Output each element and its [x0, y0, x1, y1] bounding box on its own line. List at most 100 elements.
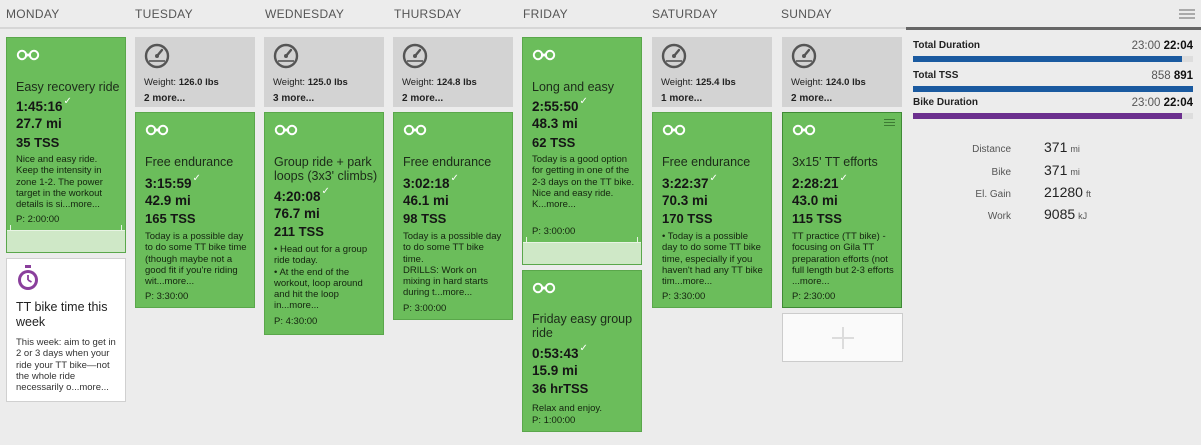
header-divider	[0, 27, 906, 29]
weight-metric: Weight: 126.0 lbs	[144, 77, 219, 88]
plus-icon	[831, 326, 854, 349]
stat-label: Work	[987, 211, 1011, 222]
more-metrics-link[interactable]: 2 more...	[402, 93, 443, 104]
progress-bar	[913, 86, 1193, 92]
weight-metric: Weight: 124.8 lbs	[402, 77, 477, 88]
weight-metric: Weight: 125.0 lbs	[273, 77, 348, 88]
workout-card-monday[interactable]: Easy recovery ride 1:45:16✓ 27.7 mi 35 T…	[6, 37, 126, 253]
stat-work: Work 9085 kJ	[913, 206, 1143, 224]
stat-label: Distance	[972, 144, 1011, 155]
stat-distance: Distance 371 mi	[913, 139, 1143, 157]
workout-tss: 36 hrTSS	[532, 381, 589, 396]
weight-metric: Weight: 124.0 lbs	[791, 77, 866, 88]
more-metrics-link[interactable]: 1 more...	[661, 93, 702, 104]
day-header-wednesday: WEDNESDAY	[265, 7, 345, 21]
add-workout-button[interactable]	[782, 313, 903, 362]
bike-icon	[145, 124, 169, 136]
workout-planned-duration: P: 3:00:00	[532, 226, 576, 237]
workout-description: Relax and enjoy.	[532, 403, 603, 414]
day-header-saturday: SATURDAY	[652, 7, 718, 21]
workout-distance: 42.9 mi	[145, 193, 191, 208]
stat-value: 9085 kJ	[1044, 206, 1088, 222]
day-header-sunday: SUNDAY	[781, 7, 832, 21]
summary-value: 23:00 22:04	[1131, 40, 1193, 52]
workout-description: TT practice (TT bike) - focusing on Gila…	[792, 231, 894, 288]
workout-title: Group ride + park loops (3x3' climbs)	[274, 155, 378, 183]
card-menu-icon[interactable]	[884, 119, 895, 128]
more-metrics-link[interactable]: 2 more...	[144, 93, 185, 104]
event-card-monday[interactable]: TT bike time this week This week: aim to…	[6, 258, 126, 402]
checkmark-icon: ✓	[63, 96, 72, 107]
workout-tss: 62 TSS	[532, 135, 576, 150]
workout-distance: 70.3 mi	[662, 193, 708, 208]
workout-distance: 48.3 mi	[532, 116, 578, 131]
workout-card-friday-2[interactable]: Friday easy group ride 0:53:43✓ 15.9 mi …	[522, 270, 642, 432]
progress-bar	[913, 113, 1193, 119]
workout-duration: 4:20:08✓	[274, 186, 330, 204]
workout-duration: 2:28:21✓	[792, 173, 848, 191]
scale-icon	[402, 43, 428, 69]
metrics-card-saturday[interactable]: Weight: 125.4 lbs 1 more...	[652, 37, 772, 107]
summary-label: Bike Duration	[913, 97, 979, 108]
checkmark-icon: ✓	[450, 173, 459, 184]
stat-label: Bike	[991, 167, 1011, 178]
workout-card-tuesday[interactable]: Free endurance 3:15:59✓ 42.9 mi 165 TSS …	[135, 112, 255, 308]
hamburger-menu-icon[interactable]	[1179, 9, 1195, 19]
workout-description: Today is a possible day to do some TT bi…	[403, 231, 502, 299]
bike-icon	[532, 282, 556, 294]
metrics-card-wednesday[interactable]: Weight: 125.0 lbs 3 more...	[264, 37, 384, 107]
workout-distance: 46.1 mi	[403, 193, 449, 208]
workout-title: Friday easy group ride	[532, 312, 633, 340]
scale-icon	[273, 43, 299, 69]
weight-metric: Weight: 125.4 lbs	[661, 77, 736, 88]
checkmark-icon: ✓	[579, 343, 588, 354]
stat-value: 21280 ft	[1044, 184, 1091, 200]
day-header-tuesday: TUESDAY	[135, 7, 193, 21]
compliance-bar	[7, 225, 125, 252]
workout-description: Today is a possible day to do some TT bi…	[145, 231, 247, 288]
workout-planned-duration: P: 4:30:00	[274, 316, 318, 327]
workout-title: Free endurance	[403, 155, 492, 169]
bike-icon	[532, 49, 556, 61]
bike-icon	[16, 49, 40, 61]
metrics-card-thursday[interactable]: Weight: 124.8 lbs 2 more...	[393, 37, 513, 107]
event-description: This week: aim to get in 2 or 3 days whe…	[16, 337, 116, 394]
workout-duration: 3:15:59✓	[145, 173, 201, 191]
day-header-thursday: THURSDAY	[394, 7, 462, 21]
more-metrics-link[interactable]: 2 more...	[791, 93, 832, 104]
workout-duration: 3:02:18✓	[403, 173, 459, 191]
stat-bike: Bike 371 mi	[913, 162, 1143, 180]
workout-card-sunday[interactable]: 3x15' TT efforts 2:28:21✓ 43.0 mi 115 TS…	[782, 112, 902, 308]
workout-tss: 170 TSS	[662, 211, 713, 226]
checkmark-icon: ✓	[321, 186, 330, 197]
workout-title: Free endurance	[145, 155, 234, 169]
checkmark-icon: ✓	[839, 173, 848, 184]
summary-bike-duration: Bike Duration 23:00 22:04	[913, 97, 1193, 121]
workout-duration: 2:55:50✓	[532, 96, 588, 114]
stat-value: 371 mi	[1044, 162, 1080, 178]
workout-card-friday-1[interactable]: Long and easy 2:55:50✓ 48.3 mi 62 TSS To…	[522, 37, 642, 265]
summary-value: 858 891	[1151, 70, 1193, 82]
day-header-monday: MONDAY	[6, 7, 60, 21]
checkmark-icon: ✓	[579, 96, 588, 107]
workout-tss: 165 TSS	[145, 211, 196, 226]
workout-title: Long and easy	[532, 80, 615, 94]
workout-tss: 115 TSS	[792, 211, 842, 226]
stat-elevation-gain: El. Gain 21280 ft	[913, 184, 1143, 202]
bike-icon	[662, 124, 686, 136]
more-metrics-link[interactable]: 3 more...	[273, 93, 314, 104]
metrics-card-tuesday[interactable]: Weight: 126.0 lbs 2 more...	[135, 37, 255, 107]
workout-title: Easy recovery ride	[16, 80, 120, 94]
metrics-card-sunday[interactable]: Weight: 124.0 lbs 2 more...	[782, 37, 902, 107]
summary-total-duration: Total Duration 23:00 22:04	[913, 40, 1193, 64]
workout-tss: 211 TSS	[274, 224, 324, 239]
workout-tss: 35 TSS	[16, 135, 60, 150]
workout-card-thursday[interactable]: Free endurance 3:02:18✓ 46.1 mi 98 TSS T…	[393, 112, 513, 320]
workout-tss: 98 TSS	[403, 211, 447, 226]
workout-distance: 15.9 mi	[532, 363, 578, 378]
workout-card-wednesday[interactable]: Group ride + park loops (3x3' climbs) 4:…	[264, 112, 384, 335]
scale-icon	[144, 43, 170, 69]
workout-card-saturday[interactable]: Free endurance 3:22:37✓ 70.3 mi 170 TSS …	[652, 112, 772, 308]
workout-planned-duration: P: 2:30:00	[792, 291, 836, 302]
summary-total-tss: Total TSS 858 891	[913, 70, 1193, 94]
